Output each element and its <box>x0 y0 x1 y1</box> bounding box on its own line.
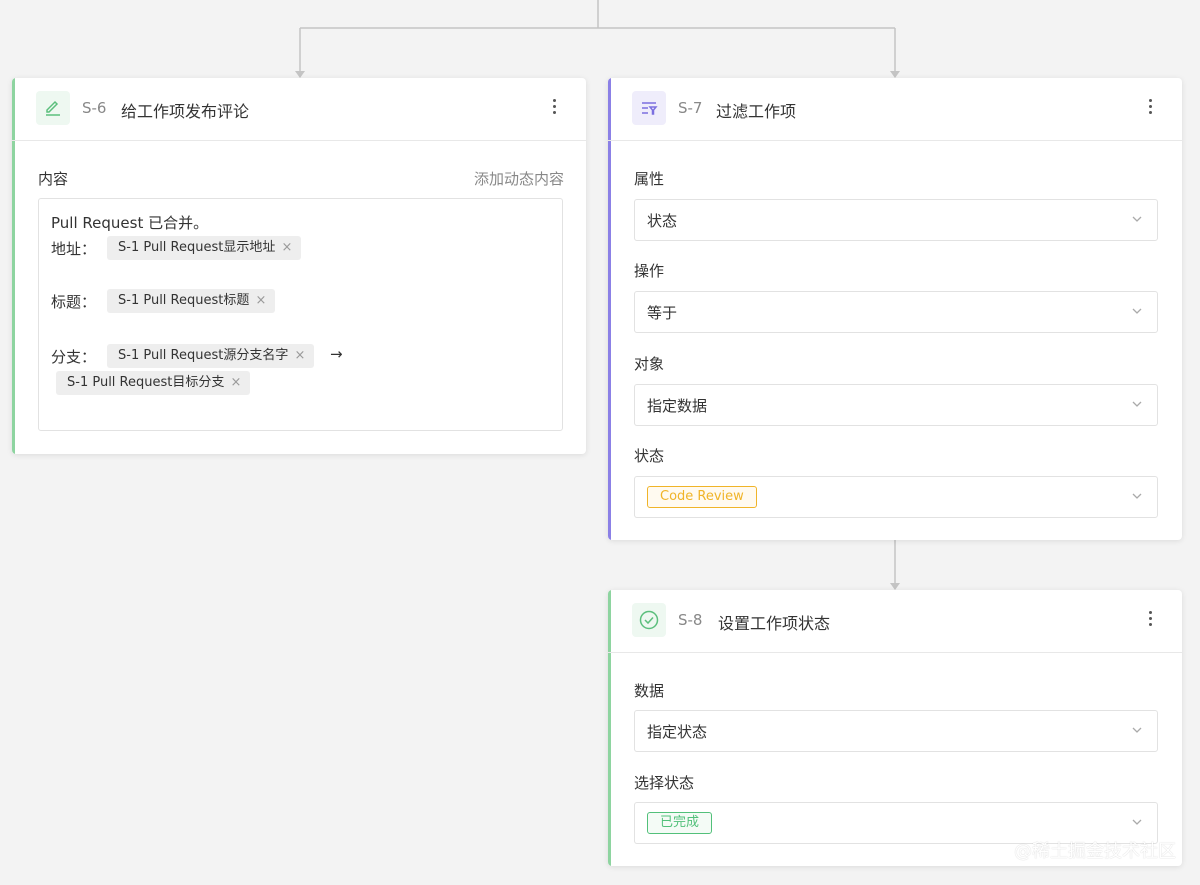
chip-label: S-1 Pull Request源分支名字 <box>118 348 289 363</box>
step-id: S-7 <box>678 99 703 117</box>
field-label-attribute: 属性 <box>634 170 665 188</box>
remove-chip-icon[interactable]: × <box>281 236 292 260</box>
arrow-right-icon: → <box>330 345 343 363</box>
watermark: @稀土掘金技术社区 <box>1014 841 1176 862</box>
step-title: 过滤工作项 <box>716 102 797 121</box>
comment-editor[interactable]: Pull Request 已合并。 地址： S-1 Pull Request显示… <box>38 198 563 431</box>
object-select[interactable]: 指定数据 <box>634 384 1158 426</box>
more-menu-icon[interactable] <box>550 96 558 120</box>
field-label-object: 对象 <box>634 355 665 373</box>
chevron-down-icon <box>1132 308 1142 314</box>
field-label-data: 数据 <box>634 682 665 700</box>
variable-chip[interactable]: S-1 Pull Request源分支名字 × <box>107 344 315 368</box>
chevron-down-icon <box>1132 819 1142 825</box>
chevron-down-icon <box>1132 493 1142 499</box>
remove-chip-icon[interactable]: × <box>294 344 305 368</box>
status-badge: Code Review <box>647 486 757 508</box>
variable-chip[interactable]: S-1 Pull Request目标分支 × <box>56 371 251 395</box>
attribute-select[interactable]: 状态 <box>634 199 1158 241</box>
step-id: S-8 <box>678 611 703 629</box>
step-title: 给工作项发布评论 <box>121 102 250 121</box>
field-label-select-status: 选择状态 <box>634 774 695 792</box>
step-card-s7[interactable]: S-7 过滤工作项 属性 状态 操作 等于 对象 指定数据 状态 Code Re… <box>608 78 1182 540</box>
card-header: S-6 给工作项发布评论 <box>12 78 586 141</box>
step-title: 设置工作项状态 <box>718 614 831 633</box>
chip-label: S-1 Pull Request显示地址 <box>118 240 276 255</box>
card-header: S-7 过滤工作项 <box>608 78 1182 141</box>
branch-label: 分支： <box>51 348 97 366</box>
editor-line-merged: Pull Request 已合并。 <box>51 214 209 232</box>
select-value: 指定数据 <box>647 397 708 415</box>
chevron-down-icon <box>1132 401 1142 407</box>
card-header: S-8 设置工作项状态 <box>608 590 1182 653</box>
filter-icon <box>632 91 666 125</box>
step-id: S-6 <box>82 99 107 117</box>
add-dynamic-content-link[interactable]: 添加动态内容 <box>474 168 564 189</box>
chip-label: S-1 Pull Request标题 <box>118 293 250 308</box>
chevron-down-icon <box>1132 216 1142 222</box>
variable-chip[interactable]: S-1 Pull Request显示地址 × <box>107 236 302 260</box>
select-value: 状态 <box>647 212 678 230</box>
field-label-operator: 操作 <box>634 262 665 280</box>
chevron-down-icon <box>1132 727 1142 733</box>
more-menu-icon[interactable] <box>1146 608 1154 632</box>
content-label: 内容 <box>38 170 69 188</box>
select-value: 指定状态 <box>647 723 708 741</box>
data-select[interactable]: 指定状态 <box>634 710 1158 752</box>
variable-chip[interactable]: S-1 Pull Request标题 × <box>107 289 276 313</box>
check-circle-icon <box>632 603 666 637</box>
step-card-s8[interactable]: S-8 设置工作项状态 数据 指定状态 选择状态 已完成 <box>608 590 1182 866</box>
remove-chip-icon[interactable]: × <box>255 289 266 313</box>
address-label: 地址： <box>51 240 97 258</box>
status-badge: 已完成 <box>647 812 713 834</box>
more-menu-icon[interactable] <box>1146 96 1154 120</box>
status-select[interactable]: Code Review <box>634 476 1158 518</box>
remove-chip-icon[interactable]: × <box>230 371 241 395</box>
title-label: 标题： <box>51 293 97 311</box>
step-card-s6[interactable]: S-6 给工作项发布评论 内容 添加动态内容 Pull Request 已合并。… <box>12 78 586 454</box>
operator-select[interactable]: 等于 <box>634 291 1158 333</box>
edit-pencil-icon <box>36 91 70 125</box>
chip-label: S-1 Pull Request目标分支 <box>67 375 225 390</box>
card-accent-bar <box>608 78 611 540</box>
select-value: 等于 <box>647 304 678 322</box>
field-label-status: 状态 <box>634 447 665 465</box>
